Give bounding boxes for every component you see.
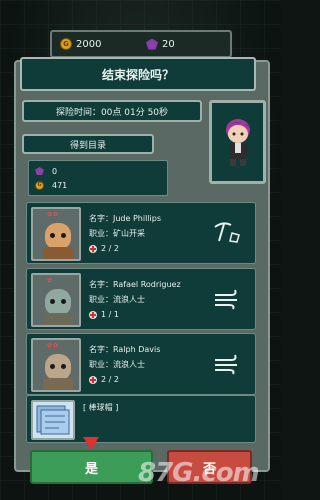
crew-job: 职业：矿山开采 (89, 229, 145, 238)
crew-name: 名字：Ralph Davis (89, 345, 161, 354)
expedition-time: 探险时间：00点 01分 50秒 (22, 100, 202, 122)
item-name: [ 棒球帽 ] (83, 403, 119, 412)
crew-job: 职业：流浪人士 (89, 360, 145, 369)
gold-resource-row: G 471 (35, 178, 161, 192)
crew-card-rafael[interactable]: ✿ 名字：Rafael Rodriguez 职业：流浪人士 1 / 1 (26, 268, 256, 330)
wind-icon (215, 289, 237, 310)
loot-list-header: 得到目录 (22, 134, 154, 154)
crew-name: 名字：Rafael Rodriguez (89, 280, 181, 289)
rank-stars-icon: ✿✿ (47, 211, 60, 218)
crew-hp-value: 2 / 2 (101, 244, 119, 253)
gold-resource-amount: 471 (52, 180, 68, 190)
wind-icon (215, 354, 237, 375)
crew-info: 名字：Jude Phillips 职业：矿山开采 2 / 2 (89, 211, 161, 256)
gem-amount: 20 (162, 38, 175, 50)
gold-counter: G 2000 (60, 38, 136, 50)
blueprint-item-icon (31, 400, 75, 440)
crew-info: 名字：Rafael Rodriguez 职业：流浪人士 1 / 1 (89, 277, 181, 322)
gem-resource-row: 0 (35, 164, 161, 178)
resource-summary: 0 G 471 (28, 160, 168, 196)
crew-job: 职业：流浪人士 (89, 295, 145, 304)
rank-stars-icon: ✿ (47, 277, 54, 284)
crew-info: 名字：Ralph Davis 职业：流浪人士 2 / 2 (89, 342, 160, 387)
crew-avatar: ✿✿ (31, 338, 81, 392)
crew-hp: 1 / 1 (89, 307, 181, 322)
crew-avatar: ✿ (31, 273, 81, 327)
crew-hp-value: 1 / 1 (101, 310, 119, 319)
gem-icon (35, 167, 44, 175)
currency-bar: G 2000 20 (50, 30, 232, 58)
pointer-arrow-icon (83, 437, 99, 450)
item-card-baseball-cap[interactable]: [ 棒球帽 ] (26, 395, 256, 443)
crew-hp-value: 2 / 2 (101, 375, 119, 384)
crew-face-icon (45, 289, 71, 315)
crew-hp: 2 / 2 (89, 372, 160, 387)
rank-stars-icon: ✿✿ (47, 342, 60, 349)
gem-resource-amount: 0 (52, 166, 58, 176)
health-cross-icon (89, 375, 97, 384)
gold-coin-icon: G (60, 38, 72, 50)
dialog-title: 结束探险吗？ (20, 57, 256, 91)
player-character-icon (225, 119, 250, 166)
crew-face-icon (45, 223, 71, 249)
gold-coin-icon: G (35, 180, 44, 190)
crew-avatar: ✿✿ (31, 207, 81, 261)
gem-counter: 20 (146, 38, 222, 50)
health-cross-icon (89, 310, 97, 319)
gem-icon (146, 38, 158, 50)
player-portrait (209, 100, 266, 184)
crew-card-ralph[interactable]: ✿✿ 名字：Ralph Davis 职业：流浪人士 2 / 2 (26, 333, 256, 395)
gold-amount: 2000 (76, 38, 102, 50)
crew-name: 名字：Jude Phillips (89, 214, 162, 223)
crew-card-jude[interactable]: ✿✿ 名字：Jude Phillips 职业：矿山开采 2 / 2 (26, 202, 256, 264)
yes-button[interactable]: 是 (30, 450, 153, 484)
health-cross-icon (89, 244, 97, 253)
crew-hp: 2 / 2 (89, 241, 161, 256)
site-watermark: 87G.com (138, 458, 260, 488)
pickaxe-icon (214, 222, 240, 243)
crew-face-icon (45, 354, 71, 380)
